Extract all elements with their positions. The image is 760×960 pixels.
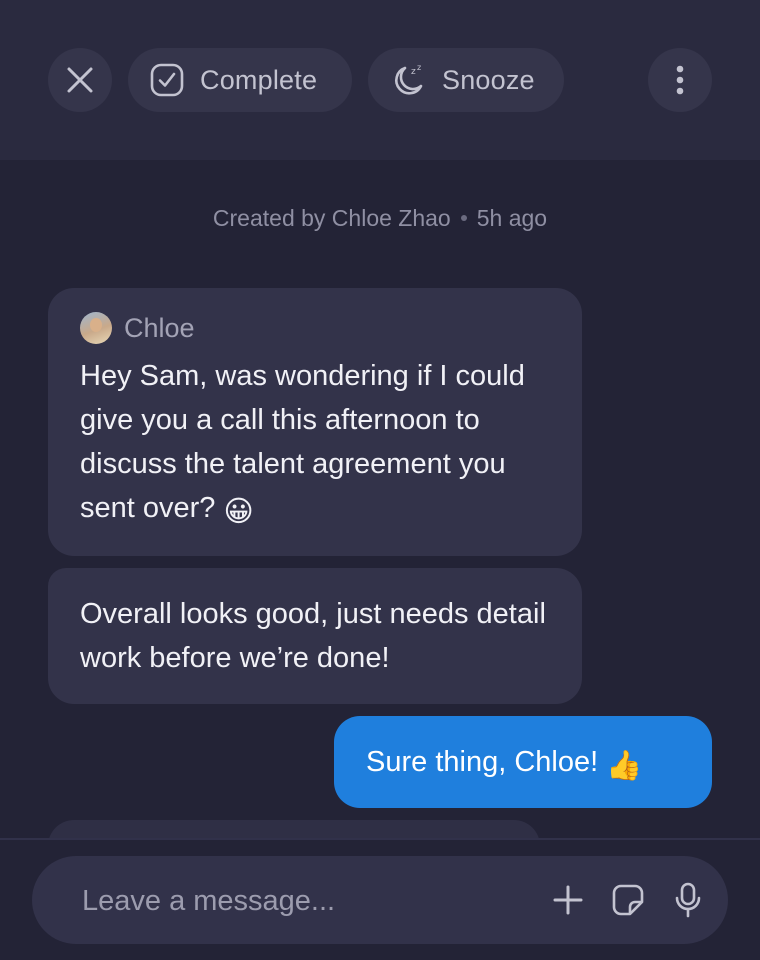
snooze-button[interactable]: z z Snooze [368,48,564,112]
conversation-meta: Created by Chloe Zhao 5h ago [0,205,760,232]
close-icon [67,67,93,93]
grinning-face-emoji: 😀 [223,496,254,528]
message-text: Hey Sam, was wondering if I could give y… [80,354,550,534]
complete-label: Complete [200,64,318,95]
incoming-message[interactable]: Overall looks good, just needs detail wo… [48,568,582,704]
sender-name: Chloe [124,313,195,343]
moon-zz-icon: z z [390,62,426,98]
snooze-label: Snooze [442,64,535,95]
time-ago-text: 5h ago [476,205,548,231]
checkbox-check-icon [150,63,184,97]
svg-text:z: z [411,67,416,77]
message-text: Sure thing, Chloe! [366,746,599,778]
close-button[interactable] [48,48,112,112]
message-composer [32,856,728,944]
thumbs-up-emoji: 👍 [606,750,643,782]
sticker-icon[interactable] [610,882,646,918]
conversation-screen: Complete z z Snooze Created by Chloe Zha… [0,0,760,960]
message-body: Hey Sam, was wondering if I could give y… [80,360,525,524]
complete-button[interactable]: Complete [128,48,352,112]
sender-row: Chloe [80,310,550,346]
vertical-dots-icon [676,65,684,95]
avatar [80,312,112,344]
plus-icon[interactable] [550,882,586,918]
svg-text:z: z [417,63,421,72]
created-by-text: Created by Chloe Zhao [212,205,451,231]
outgoing-message[interactable]: Sure thing, Chloe! 👍 [334,716,712,808]
incoming-message[interactable]: Chloe Hey Sam, was wondering if I could … [48,288,582,556]
separator-dot [460,214,467,221]
message-input[interactable] [80,878,524,924]
more-options-button[interactable] [648,48,712,112]
microphone-icon[interactable] [670,882,706,918]
message-text: Overall looks good, just needs detail wo… [80,598,546,674]
top-toolbar: Complete z z Snooze [0,0,760,160]
